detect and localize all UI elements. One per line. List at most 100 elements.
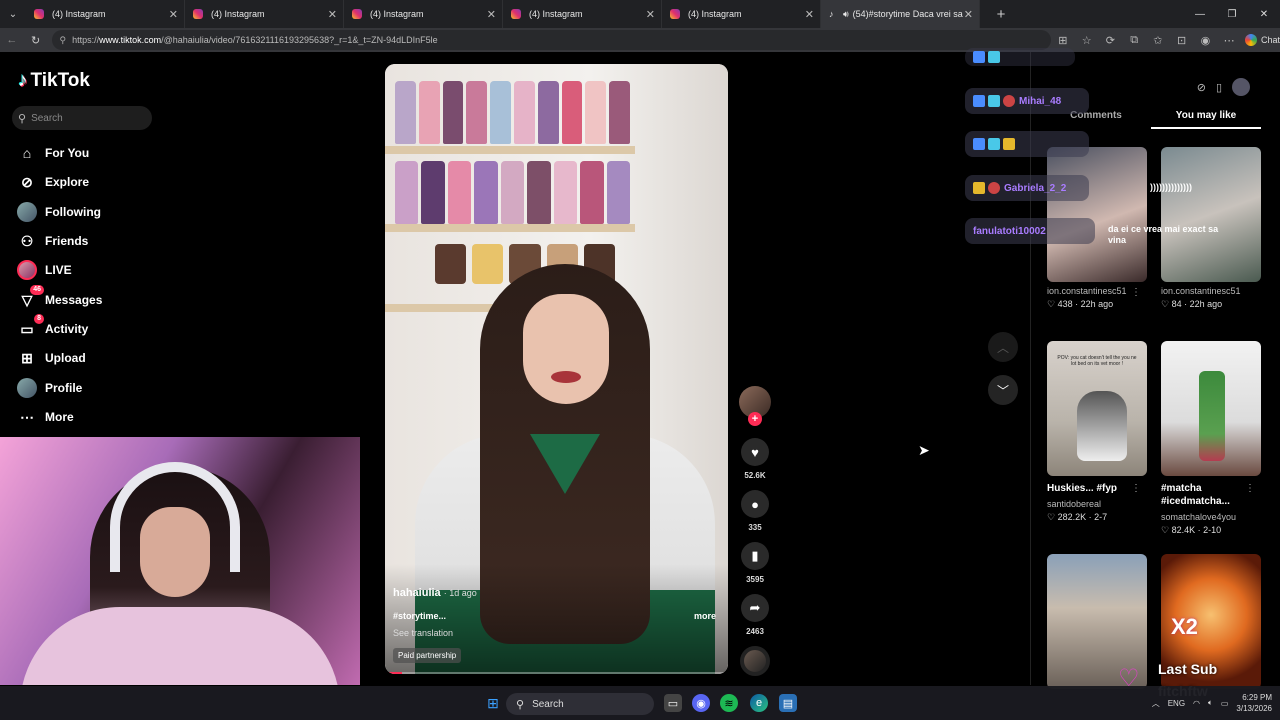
sidebar-item-live[interactable]: LIVE: [16, 258, 72, 282]
minimize-icon[interactable]: —: [1184, 9, 1216, 20]
collections-icon[interactable]: ⊡: [1170, 34, 1194, 47]
split-screen-icon[interactable]: ⧉: [1122, 34, 1146, 47]
sidebar-item-more[interactable]: ⋯ More: [16, 405, 74, 429]
see-translation-link[interactable]: See translation: [393, 628, 453, 638]
card-title[interactable]: Huskies... #fyp: [1047, 482, 1137, 495]
previous-video-button[interactable]: ︿: [988, 332, 1018, 362]
following-avatar-wrap: [16, 201, 38, 223]
windows-start-icon[interactable]: ⊞: [484, 694, 502, 712]
card-meta: ♡ 438 · 22h ago: [1047, 299, 1114, 309]
language-indicator[interactable]: ENG: [1168, 699, 1185, 708]
site-info-icon[interactable]: ⚲: [60, 35, 67, 46]
more-dots-icon[interactable]: ⋮: [1245, 483, 1255, 494]
sidebar-item-label: Upload: [45, 351, 86, 365]
card-author[interactable]: ion.constantinesc51: [1161, 286, 1261, 296]
sidebar-item-for-you[interactable]: ⌂ For You: [16, 141, 89, 165]
spotify-icon[interactable]: ≋: [720, 694, 738, 712]
sidebar-item-upload[interactable]: ⊞ Upload: [16, 346, 86, 370]
tab-search-button[interactable]: ⌄: [0, 0, 26, 28]
profile-avatar[interactable]: ◉: [1194, 34, 1218, 47]
discord-icon[interactable]: ◉: [692, 694, 710, 712]
more-dots-icon[interactable]: ⋮: [1131, 483, 1141, 494]
video-player[interactable]: hahaiulia · 1d ago #storytime... more Se…: [385, 64, 728, 674]
caption-more-button[interactable]: more: [694, 611, 716, 621]
close-icon[interactable]: ✕: [646, 8, 655, 21]
video-progress-bar[interactable]: [385, 672, 728, 674]
clock[interactable]: 6:29 PM 3/13/2026: [1236, 692, 1272, 714]
copilot-chat-button[interactable]: Chat: [1245, 34, 1280, 46]
close-icon[interactable]: ✕: [805, 8, 814, 21]
file-explorer-icon[interactable]: ▭: [664, 694, 682, 712]
new-tab-button[interactable]: +: [988, 6, 1014, 23]
wifi-icon[interactable]: ◠: [1193, 699, 1200, 708]
sidebar-item-activity[interactable]: ▭ 8 Activity: [16, 314, 88, 341]
profile-avatar[interactable]: [1232, 78, 1250, 96]
sidebar-item-explore[interactable]: ⊘ Explore: [16, 170, 89, 194]
close-window-icon[interactable]: ✕: [1248, 9, 1280, 20]
heart-icon[interactable]: ♥: [741, 438, 769, 466]
card-title[interactable]: #matcha #icedmatcha...: [1161, 482, 1251, 508]
close-icon[interactable]: ✕: [169, 8, 178, 21]
battery-icon[interactable]: ▭: [1221, 699, 1229, 708]
browser-tab[interactable]: (4) Instagram ✕: [344, 0, 503, 28]
share-icon[interactable]: ➦: [741, 594, 769, 622]
window-controls: — ❐ ✕: [1184, 0, 1280, 28]
browser-tab-active[interactable]: ♪ 🔊︎ (54)#storytime Daca vrei sa ap ✕: [821, 0, 980, 28]
taskbar-search[interactable]: ⚲ Search: [506, 693, 654, 715]
edge-icon[interactable]: e: [750, 694, 768, 712]
suggested-video-card[interactable]: POV: you cat doesn't tell the you ne lot…: [1047, 341, 1147, 523]
like-action[interactable]: ♥ 52.6K: [738, 438, 772, 480]
live-avatar: [17, 260, 37, 280]
sidebar-item-profile[interactable]: Profile: [16, 376, 82, 400]
next-video-button[interactable]: ﹀: [988, 375, 1018, 405]
more-dots-icon[interactable]: ⋮: [1131, 287, 1141, 298]
tab-you-may-like[interactable]: You may like: [1151, 110, 1261, 129]
share-action[interactable]: ➦ 2463: [738, 594, 772, 636]
sidebar-item-following[interactable]: Following: [16, 200, 101, 224]
save-action[interactable]: ▮ 3595: [738, 542, 772, 584]
speaker-icon[interactable]: 🔊︎: [843, 9, 849, 20]
volume-icon[interactable]: 🔈︎: [1208, 698, 1213, 708]
music-disc[interactable]: [740, 646, 770, 676]
tiktok-icon: ♪: [829, 9, 834, 19]
browser-tab[interactable]: (4) Instagram ✕: [26, 0, 185, 28]
bookmark-icon[interactable]: ▮: [741, 542, 769, 570]
extensions-icon[interactable]: ⟳: [1099, 34, 1123, 47]
browser-tab[interactable]: (4) Instagram ✕: [185, 0, 344, 28]
menu-dots-icon[interactable]: ⋯: [1217, 34, 1241, 47]
close-icon[interactable]: ✕: [487, 8, 496, 21]
tiktok-logo[interactable]: ♪ TikTok: [18, 70, 90, 92]
follow-plus-button[interactable]: +: [748, 412, 762, 426]
tray-chevron-icon[interactable]: ︿: [1152, 698, 1160, 709]
video-progress-fill: [385, 672, 403, 674]
sidebar-item-label: Explore: [45, 175, 90, 189]
back-icon[interactable]: ←: [0, 34, 24, 46]
comment-icon[interactable]: ●: [741, 490, 769, 518]
comment-action[interactable]: ● 335: [738, 490, 772, 532]
reload-icon[interactable]: ↻: [24, 34, 48, 47]
suggested-video-card[interactable]: ⋮ #matcha #icedmatcha... somatchalove4yo…: [1161, 341, 1261, 536]
close-icon[interactable]: ✕: [328, 8, 337, 21]
browser-tab[interactable]: (4) Instagram ✕: [503, 0, 662, 28]
search-input[interactable]: ⚲ Search: [12, 106, 152, 130]
video-author[interactable]: hahaiulia · 1d ago: [393, 587, 477, 599]
card-author[interactable]: somatchalove4you: [1161, 512, 1261, 522]
card-author[interactable]: santidobereal: [1047, 499, 1147, 509]
card-age: 22h ago: [1080, 299, 1114, 309]
browser-tab[interactable]: (4) Instagram ✕: [662, 0, 821, 28]
video-thumbnail: [1161, 147, 1261, 282]
favorites-icon[interactable]: ✩: [1146, 34, 1170, 47]
husky-shape: [1077, 391, 1127, 461]
sidebar-item-friends[interactable]: ⚇ Friends: [16, 229, 89, 253]
bookmark-star-icon[interactable]: ☆: [1075, 34, 1099, 47]
sidebar-item-label: More: [45, 410, 74, 424]
address-bar[interactable]: ⚲ https://www.tiktok.com/@hahaiulia/vide…: [51, 30, 1051, 50]
restore-icon[interactable]: ❐: [1216, 9, 1248, 20]
sidebar-item-messages[interactable]: ▽ 46 Messages: [16, 285, 102, 312]
autoscroll-icon[interactable]: ⊘: [1197, 81, 1206, 94]
video-caption[interactable]: #storytime...: [393, 611, 446, 621]
app-icon[interactable]: ▤: [779, 694, 797, 712]
device-icon[interactable]: ▯: [1216, 81, 1222, 94]
close-icon[interactable]: ✕: [964, 8, 973, 21]
install-app-icon[interactable]: ⊞: [1051, 34, 1075, 47]
